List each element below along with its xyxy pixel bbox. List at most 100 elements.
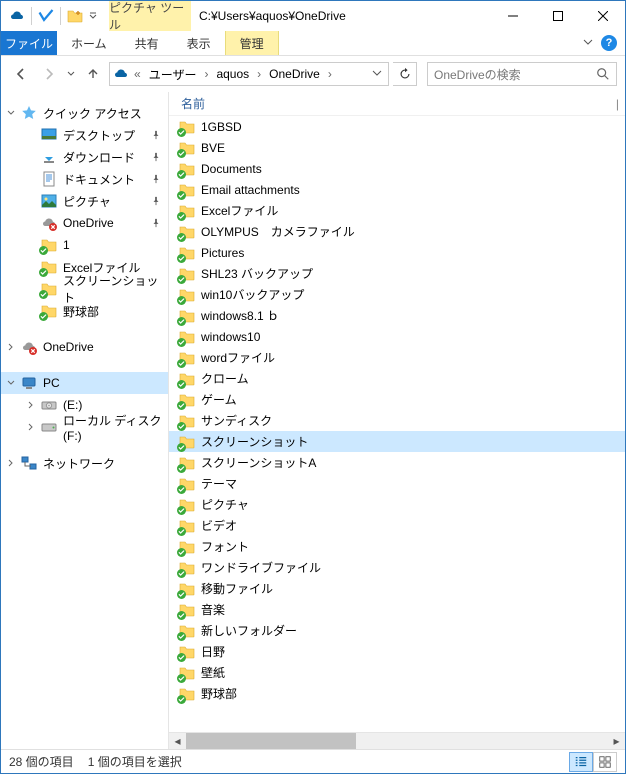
folder-row[interactable]: クローム [169,368,625,389]
sidebar-item-documents[interactable]: ドキュメント [1,168,168,190]
navigation-pane[interactable]: クイック アクセス デスクトップ ダウンロード ドキュメント ピクチャ OneD… [1,92,169,749]
folder-row[interactable]: スクリーンショット [169,431,625,452]
folder-row[interactable]: 移動ファイル [169,578,625,599]
sidebar-item-drive-f[interactable]: ローカル ディスク (F:) [1,416,168,438]
qat-folder-icon[interactable] [63,4,87,28]
column-resize-handle[interactable]: | [616,97,619,111]
scroll-left-arrow[interactable]: ◂ [169,733,186,749]
tab-view[interactable]: 表示 [173,31,225,55]
folder-row[interactable]: ピクチャ [169,494,625,515]
back-button[interactable] [9,62,33,86]
tab-manage[interactable]: 管理 [225,31,279,55]
expand-caret-icon[interactable] [5,459,17,467]
folder-name: フォント [201,538,249,555]
sidebar-item-folder-1[interactable]: 1 [1,234,168,256]
sidebar-item-label: 1 [63,238,70,252]
folder-row[interactable]: windows10 [169,326,625,347]
ribbon-expand-caret[interactable] [583,36,593,50]
expand-caret-icon[interactable] [25,401,37,409]
column-header-name[interactable]: 名前 | [169,92,625,116]
folder-row[interactable]: フォント [169,536,625,557]
folder-row[interactable]: ビデオ [169,515,625,536]
sidebar-onedrive[interactable]: OneDrive [1,336,168,358]
sidebar-item-onedrive-qa[interactable]: OneDrive [1,212,168,234]
folder-row[interactable]: 日野 [169,641,625,662]
address-bar[interactable]: « ユーザー › aquos › OneDrive › [109,62,389,86]
tab-share[interactable]: 共有 [121,31,173,55]
folder-row[interactable]: ゲーム [169,389,625,410]
search-input[interactable]: OneDriveの検索 [427,62,617,86]
sidebar-item-desktop[interactable]: デスクトップ [1,124,168,146]
collapse-caret-icon[interactable] [5,379,17,387]
qat-check-icon[interactable] [34,4,58,28]
collapse-caret-icon[interactable] [5,109,17,117]
folder-row[interactable]: OLYMPUS カメラファイル [169,221,625,242]
recent-locations-caret[interactable] [65,70,77,78]
expand-caret-icon[interactable] [25,423,37,431]
sidebar-item-screenshots-qa[interactable]: スクリーンショット [1,278,168,300]
item-icon [41,171,57,187]
folder-row[interactable]: windows8.1 ｂ [169,305,625,326]
chevron-right-icon[interactable]: › [255,67,263,81]
folder-icon [179,686,195,702]
tab-file[interactable]: ファイル [1,31,57,55]
folder-row[interactable]: win10バックアップ [169,284,625,305]
folder-row[interactable]: 1GBSD [169,116,625,137]
folder-row[interactable]: Pictures [169,242,625,263]
file-list[interactable]: 1GBSD BVE Documents Email attachments [169,116,625,732]
minimize-button[interactable] [490,1,535,31]
sidebar-item-downloads[interactable]: ダウンロード [1,146,168,168]
qat-customize-caret[interactable] [87,12,99,20]
folder-row[interactable]: 音楽 [169,599,625,620]
scroll-thumb[interactable] [186,733,356,749]
sidebar-quick-access[interactable]: クイック アクセス [1,102,168,124]
help-icon[interactable]: ? [601,35,617,51]
folder-row[interactable]: 壁紙 [169,662,625,683]
expand-caret-icon[interactable] [5,343,17,351]
chevron-right-icon[interactable]: › [326,67,334,81]
tab-home[interactable]: ホーム [57,31,121,55]
forward-button[interactable] [37,62,61,86]
folder-row[interactable]: SHL23 バックアップ [169,263,625,284]
large-icons-view-button[interactable] [593,752,617,772]
crumb-users[interactable]: ユーザー [145,66,201,83]
folder-name: windows8.1 ｂ [201,307,279,324]
folder-row[interactable]: 野球部 [169,683,625,704]
sidebar-item-label: OneDrive [63,216,114,230]
item-icon [41,281,57,297]
maximize-button[interactable] [535,1,580,31]
refresh-button[interactable] [393,62,417,86]
horizontal-scrollbar[interactable]: ◂ ▸ [169,732,625,749]
sidebar-network[interactable]: ネットワーク [1,452,168,474]
crumb-onedrive[interactable]: OneDrive [265,67,324,81]
scroll-track[interactable] [186,733,608,749]
scroll-right-arrow[interactable]: ▸ [608,733,625,749]
folder-name: スクリーンショット [201,433,308,450]
onedrive-app-icon[interactable] [5,4,29,28]
crumb-aquos[interactable]: aquos [212,67,253,81]
sidebar-item-baseball-qa[interactable]: 野球部 [1,300,168,322]
folder-row[interactable]: Documents [169,158,625,179]
close-button[interactable] [580,1,625,31]
sidebar-pc[interactable]: PC [1,372,168,394]
breadcrumb-overflow[interactable]: « [132,67,143,81]
folder-row[interactable]: ワンドライブファイル [169,557,625,578]
status-item-count: 28 個の項目 [9,753,74,770]
folder-row[interactable]: BVE [169,137,625,158]
folder-row[interactable]: Excelファイル [169,200,625,221]
star-icon [21,105,37,121]
details-view-button[interactable] [569,752,593,772]
explorer-body: クイック アクセス デスクトップ ダウンロード ドキュメント ピクチャ OneD… [1,92,625,749]
address-history-caret[interactable] [368,67,386,81]
folder-row[interactable]: Email attachments [169,179,625,200]
sidebar-item-label: ローカル ディスク (F:) [63,412,168,443]
folder-row[interactable]: 新しいフォルダー [169,620,625,641]
folder-row[interactable]: スクリーンショットA [169,452,625,473]
folder-row[interactable]: wordファイル [169,347,625,368]
folder-row[interactable]: テーマ [169,473,625,494]
folder-row[interactable]: サンディスク [169,410,625,431]
sidebar-item-pictures[interactable]: ピクチャ [1,190,168,212]
chevron-right-icon[interactable]: › [202,67,210,81]
up-button[interactable] [81,62,105,86]
drive-icon [41,397,57,413]
